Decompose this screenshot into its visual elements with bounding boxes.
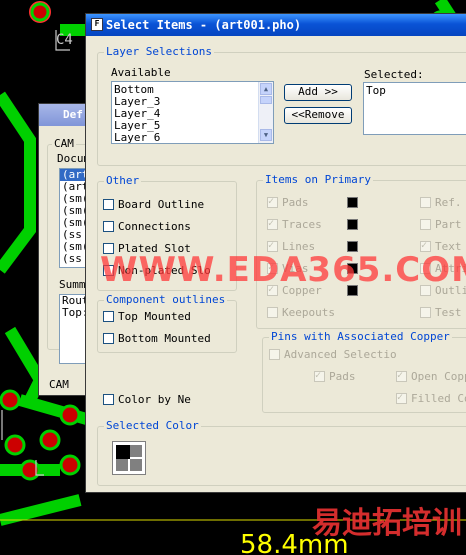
primary-item-right-checkbox-2-box[interactable] xyxy=(420,219,431,230)
component-outline-checkbox-2-box[interactable] xyxy=(103,333,114,344)
primary-item-right-checkbox-1[interactable]: Ref. xyxy=(420,196,462,210)
primary-item-right-checkbox-2[interactable]: Part xyxy=(420,218,462,232)
pins-open-copper-checkbox[interactable]: Open Copp xyxy=(396,369,466,384)
scroll-down-icon[interactable]: ▼ xyxy=(260,129,272,141)
available-layers-list[interactable]: Bottom Layer_3 Layer_4 Layer_5 Layer_6 xyxy=(111,81,274,144)
app-icon: F xyxy=(91,18,103,31)
primary-item-right-checkbox-1-label: Ref. xyxy=(435,196,462,209)
add-button[interactable]: Add >> xyxy=(284,84,352,101)
primary-item-checkbox-2[interactable]: Traces xyxy=(267,217,322,232)
primary-item-checkbox-1-label: Pads xyxy=(282,196,309,209)
primary-item-color-swatch[interactable] xyxy=(347,197,358,208)
other-checkbox-1[interactable]: Board Outline xyxy=(103,198,204,212)
component-outline-checkbox-1-label: Top Mounted xyxy=(118,310,191,323)
component-outline-checkbox-2-label: Bottom Mounted xyxy=(118,332,211,345)
pins-pads-checkbox[interactable]: Pads xyxy=(314,369,356,384)
other-checkbox-2-box[interactable] xyxy=(103,221,114,232)
primary-item-checkbox-1[interactable]: Pads xyxy=(267,195,309,210)
selected-color-group: Selected Color xyxy=(97,419,466,486)
primary-item-right-checkbox-1-box[interactable] xyxy=(420,197,431,208)
summary-label: Summ xyxy=(59,278,86,291)
primary-item-right-checkbox-6-label: Test xyxy=(435,306,462,319)
dialog-title: Select Items - (art001.pho) xyxy=(106,18,302,32)
primary-item-right-checkbox-6-box[interactable] xyxy=(420,307,431,318)
primary-item-color-swatch[interactable] xyxy=(347,219,358,230)
selected-layer-item[interactable]: Top xyxy=(364,85,466,97)
available-label: Available xyxy=(111,66,171,79)
other-checkbox-1-box[interactable] xyxy=(103,199,114,210)
selected-color-button[interactable] xyxy=(112,441,146,475)
advanced-selection-checkbox[interactable]: Advanced Selectio xyxy=(269,348,397,362)
component-outline-checkbox-1-box[interactable] xyxy=(103,311,114,322)
component-outline-checkbox-2[interactable]: Bottom Mounted xyxy=(103,332,211,346)
cam-tab[interactable]: CAM xyxy=(49,378,69,391)
component-outline-checkbox-1[interactable]: Top Mounted xyxy=(103,310,191,324)
other-checkbox-2[interactable]: Connections xyxy=(103,220,191,234)
color-by-net-box[interactable] xyxy=(103,394,114,405)
selected-layers-list[interactable]: Top xyxy=(363,82,466,135)
watermark-site: WWW.EDA365.COM xyxy=(100,250,466,290)
other-checkbox-1-label: Board Outline xyxy=(118,198,205,211)
available-scrollbar[interactable]: ▲ ▼ xyxy=(258,82,273,143)
dialog-title-bar[interactable]: F Select Items - (art001.pho) xyxy=(86,14,466,36)
pins-filled-copper-checkbox[interactable]: Filled Co xyxy=(396,391,466,406)
remove-button[interactable]: <<Remove xyxy=(284,107,352,124)
primary-item-checkbox-2-box[interactable] xyxy=(267,217,278,231)
scroll-thumb[interactable] xyxy=(260,96,272,104)
primary-item-checkbox-6-label: Keepouts xyxy=(282,306,335,319)
color-by-net-checkbox[interactable]: Color by Ne xyxy=(103,393,191,407)
primary-item-right-checkbox-2-label: Part xyxy=(435,218,462,231)
primary-item-checkbox-6-box[interactable] xyxy=(267,307,278,318)
primary-item-checkbox-1-box[interactable] xyxy=(267,195,278,209)
selected-label: Selected: xyxy=(364,68,424,81)
primary-item-checkbox-6[interactable]: Keepouts xyxy=(267,306,335,320)
primary-item-right-checkbox-6[interactable]: Test xyxy=(420,306,462,320)
available-layer-item[interactable]: Layer_6 xyxy=(112,132,273,144)
watermark-chinese: 易迪拓培训 xyxy=(312,506,462,541)
pcb-label-c4: C4 xyxy=(56,32,73,48)
scroll-up-icon[interactable]: ▲ xyxy=(260,83,272,95)
other-checkbox-2-label: Connections xyxy=(118,220,191,233)
primary-item-checkbox-2-label: Traces xyxy=(282,218,322,231)
